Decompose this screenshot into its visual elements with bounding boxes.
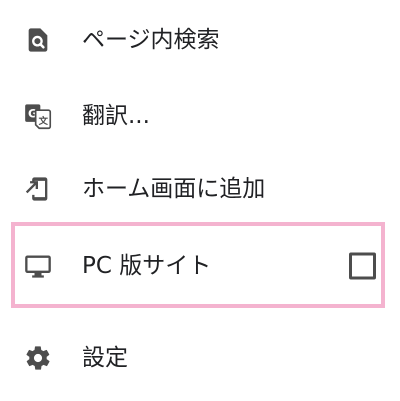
desktop-site-checkbox[interactable] — [349, 252, 376, 280]
translate-icon: G 文 — [24, 102, 52, 130]
menu-item-add-to-home-screen[interactable]: ホーム画面に追加 — [0, 154, 400, 224]
menu-item-find-in-page[interactable]: ページ内検索 — [0, 5, 400, 75]
menu-item-translate[interactable]: G 文 翻訳... — [0, 81, 400, 151]
menu-item-settings[interactable]: 設定 — [0, 323, 400, 393]
menu-item-label: 翻訳... — [82, 103, 150, 129]
menu-item-label: 設定 — [82, 345, 128, 371]
menu-item-desktop-site[interactable]: PC 版サイト — [0, 231, 400, 301]
menu-item-label: ページ内検索 — [82, 27, 220, 53]
overflow-menu: ページ内検索 G 文 翻訳... ホーム画面に追加 PC 版サイト 設定 — [0, 0, 400, 401]
desktop-icon — [24, 252, 52, 280]
menu-item-label: PC 版サイト — [82, 253, 212, 279]
gear-icon — [24, 344, 52, 372]
svg-text:文: 文 — [38, 115, 49, 127]
menu-item-label: ホーム画面に追加 — [82, 176, 266, 202]
add-to-home-screen-icon — [24, 175, 52, 203]
find-in-page-icon — [24, 26, 52, 54]
